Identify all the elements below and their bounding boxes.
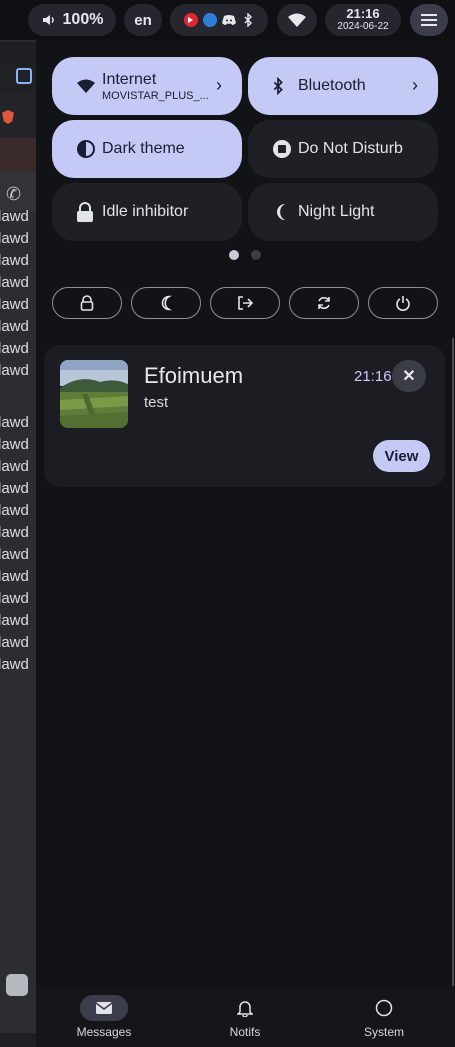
hamburger-icon xyxy=(421,14,437,26)
background-app-window: ✆ lawd lawd lawd lawd lawd lawd lawd law… xyxy=(0,0,36,1047)
night-light-label: Night Light xyxy=(298,203,375,220)
list-item: lawd xyxy=(0,502,29,519)
top-bar: 100% en 21:16 2024-06-22 xyxy=(0,0,455,40)
list-item: lawd xyxy=(0,230,29,247)
wifi-icon xyxy=(288,13,306,27)
chevron-right-icon[interactable]: › xyxy=(216,75,222,96)
list-item: lawd xyxy=(0,362,29,379)
lock-button[interactable] xyxy=(52,287,122,319)
clock-date: 2024-06-22 xyxy=(337,21,389,32)
dark-theme-toggle[interactable]: Dark theme xyxy=(52,120,242,178)
notification-close-button[interactable]: ✕ xyxy=(392,360,426,392)
volume-label: 100% xyxy=(62,11,104,28)
list-item: lawd xyxy=(0,414,29,431)
bell-icon xyxy=(221,995,269,1021)
logout-icon xyxy=(238,296,253,310)
network-name: MOVISTAR_PLUS_... xyxy=(102,89,209,102)
notification-card[interactable]: Efoimuem test 21:16 ✕ View xyxy=(44,345,445,487)
notification-image xyxy=(60,360,128,428)
list-item: lawd xyxy=(0,634,29,651)
bluetooth-label: Bluetooth xyxy=(298,77,366,94)
list-item: lawd xyxy=(0,436,29,453)
notification-time: 21:16 xyxy=(354,368,392,385)
bluetooth-icon xyxy=(272,77,294,95)
tab-system[interactable]: System xyxy=(324,987,444,1047)
dnd-label: Do Not Disturb xyxy=(298,140,403,157)
list-item: lawd xyxy=(0,458,29,475)
dark-theme-label: Dark theme xyxy=(102,140,185,157)
circle-icon xyxy=(360,995,408,1021)
list-item: lawd xyxy=(0,252,29,269)
moon-icon xyxy=(272,202,294,222)
background-bottom-bar xyxy=(0,1033,36,1047)
scrollbar[interactable] xyxy=(452,338,454,986)
close-icon: ✕ xyxy=(402,368,416,385)
clock-time: 21:16 xyxy=(346,6,380,21)
reboot-button[interactable] xyxy=(289,287,359,319)
tab-notifs[interactable]: Notifs xyxy=(185,987,305,1047)
sidebar-toggle-button[interactable] xyxy=(410,4,448,36)
logout-button[interactable] xyxy=(210,287,280,319)
notification-title: Efoimuem xyxy=(144,363,244,388)
bluetooth-icon[interactable] xyxy=(241,13,255,27)
lock-icon xyxy=(76,202,98,222)
lock-icon xyxy=(80,295,94,311)
notification-view-button[interactable]: View xyxy=(373,440,430,472)
sleep-button[interactable] xyxy=(131,287,201,319)
do-not-disturb-toggle[interactable]: Do Not Disturb xyxy=(248,120,438,178)
list-item: lawd xyxy=(0,612,29,629)
list-item: lawd xyxy=(0,318,29,335)
wifi-icon xyxy=(76,79,98,93)
chevron-right-icon[interactable]: › xyxy=(412,75,418,96)
night-light-toggle[interactable]: Night Light xyxy=(248,183,438,241)
mail-icon xyxy=(80,995,128,1021)
tab-notifs-label: Notifs xyxy=(229,1025,261,1039)
idle-inhibitor-toggle[interactable]: Idle inhibitor xyxy=(52,183,242,241)
list-item: lawd xyxy=(0,568,29,585)
background-header xyxy=(0,138,36,172)
moon-icon xyxy=(161,295,172,311)
clock[interactable]: 21:16 2024-06-22 xyxy=(325,4,401,36)
idle-inhibitor-label: Idle inhibitor xyxy=(102,203,189,220)
internet-toggle[interactable]: Internet MOVISTAR_PLUS_... › xyxy=(52,57,242,115)
list-item: lawd xyxy=(0,480,29,497)
tab-messages[interactable]: Messages xyxy=(44,987,164,1047)
list-item: lawd xyxy=(0,296,29,313)
power-icon xyxy=(396,296,410,311)
list-item: lawd xyxy=(0,546,29,563)
page-indicator-dot-active[interactable] xyxy=(229,250,239,260)
bottom-navigation: Messages Notifs System xyxy=(36,987,455,1047)
list-item: lawd xyxy=(0,656,29,673)
network-indicator[interactable] xyxy=(277,4,317,36)
list-item: lawd xyxy=(0,208,29,225)
tab-system-label: System xyxy=(363,1025,404,1039)
youtube-music-icon[interactable] xyxy=(183,13,198,27)
volume-indicator[interactable]: 100% xyxy=(28,4,116,36)
emoji-icon xyxy=(6,974,28,996)
list-item: lawd xyxy=(0,524,29,541)
notification-body: test xyxy=(144,394,169,411)
list-item: lawd xyxy=(0,340,29,357)
browser-badge-icon[interactable] xyxy=(202,13,217,27)
language-label: en xyxy=(134,11,152,29)
discord-icon[interactable] xyxy=(221,13,236,27)
background-message-list: lawd lawd lawd lawd lawd lawd lawd lawd … xyxy=(0,206,36,676)
page-indicator-dot[interactable] xyxy=(251,250,261,260)
list-item: lawd xyxy=(0,274,29,291)
list-item: lawd xyxy=(0,590,29,607)
tab-messages-label: Messages xyxy=(76,1025,132,1039)
dnd-icon xyxy=(272,139,294,159)
system-tray xyxy=(170,4,268,36)
browser-tab-icon xyxy=(16,68,32,84)
phone-icon: ✆ xyxy=(6,184,22,204)
internet-label: Internet xyxy=(102,70,157,88)
refresh-icon xyxy=(318,297,330,309)
keyboard-layout-indicator[interactable]: en xyxy=(124,4,162,36)
bluetooth-toggle[interactable]: Bluetooth › xyxy=(248,57,438,115)
contrast-icon xyxy=(76,139,98,159)
sidebar-panel: Internet MOVISTAR_PLUS_... › Bluetooth ›… xyxy=(36,40,455,1047)
power-button[interactable] xyxy=(368,287,438,319)
speaker-icon xyxy=(42,15,54,25)
